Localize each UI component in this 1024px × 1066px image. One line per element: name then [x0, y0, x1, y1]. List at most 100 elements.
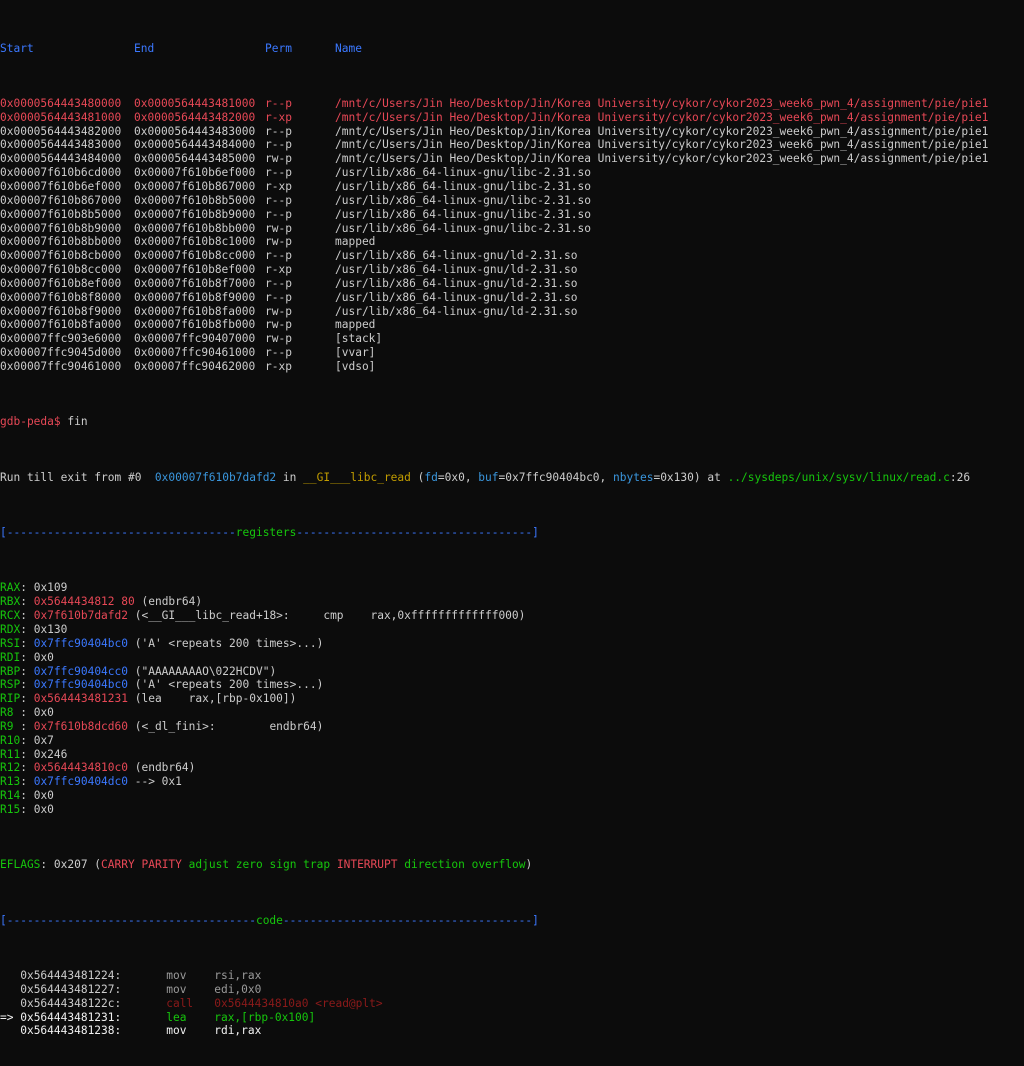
code-line: 0x564443481238: mov rdi,rax — [0, 1024, 1024, 1038]
register-row: RCX: 0x7f610b7dafd2 (<__GI___libc_read+1… — [0, 609, 1024, 623]
flag-parity: PARITY — [141, 858, 182, 872]
code-marker — [0, 997, 20, 1010]
row-perm: r--p — [265, 166, 292, 180]
row-start: 0x00007f610b8cb000 — [0, 249, 122, 263]
register-deref: ('A' <repeats 200 times>...) — [128, 678, 324, 692]
row-perm: rw-p — [265, 332, 292, 346]
row-start: 0x00007f610b8ef000 — [0, 276, 122, 290]
row-end: 0x00007ffc90461000 — [134, 346, 256, 360]
arg-fd: fd — [424, 470, 438, 484]
register-sep: : — [20, 595, 34, 609]
register-value: 0x5644434810c0 — [33, 761, 128, 775]
row-start: 0x00007f610b8b5000 — [0, 207, 122, 221]
vmmap-row: 0x00007f610b8b9000 0x00007f610b8bb000 rw-p… — [0, 222, 1024, 236]
code-operands: rax,[rbp-0x100] — [214, 1010, 316, 1024]
row-end: 0x00007f610b867000 — [134, 179, 256, 193]
code-title: code — [255, 913, 283, 927]
register-deref: (endbr64) — [134, 595, 203, 609]
code-mnemonic: lea — [166, 1010, 187, 1024]
vmmap-row: 0x0000564443481000 0x0000564443482000 r-xp… — [0, 111, 1024, 125]
register-row: R11: 0x246 — [0, 748, 1024, 762]
row-start: 0x00007ffc903e6000 — [0, 332, 122, 346]
code-line: 0x564443481227: mov edi,0x0 — [0, 983, 1024, 997]
run-prefix: Run till exit from #0 — [0, 470, 155, 484]
row-perm: r--p — [265, 96, 292, 110]
run-in: in — [276, 470, 304, 484]
arg-nbytes: nbytes — [613, 470, 654, 484]
row-perm: r--p — [265, 249, 292, 263]
register-deref: (lea rax,[rbp-0x100]) — [128, 692, 297, 706]
code-address: 0x56444348122c: — [20, 996, 122, 1010]
register-deref: --> 0x1 — [128, 775, 182, 789]
row-end: 0x00007f610b8fa000 — [134, 304, 256, 318]
register-row: RSP: 0x7ffc90404bc0 ('A' <repeats 200 ti… — [0, 678, 1024, 692]
code-mnemonic: mov — [166, 982, 187, 996]
flags-cleared: adjust zero sign trap — [188, 858, 331, 872]
code-line: 0x564443481224: mov rsi,rax — [0, 969, 1024, 983]
row-start: 0x00007f610b8f8000 — [0, 290, 122, 304]
vmmap-row: 0x0000564443480000 0x0000564443481000 r--p… — [0, 97, 1024, 111]
flag-sep — [182, 858, 189, 871]
register-row: RAX: 0x109 — [0, 581, 1024, 595]
register-value: 0x7 — [33, 733, 54, 747]
vmmap-row: 0x00007f610b8f9000 0x00007f610b8fa000 rw-p… — [0, 305, 1024, 319]
register-value: 0x564443481231 — [33, 692, 128, 706]
row-end: 0x00007f610b8b9000 — [134, 207, 256, 221]
vmmap-row: 0x00007f610b867000 0x00007f610b8b5000 r--p… — [0, 194, 1024, 208]
flag-sep — [330, 858, 337, 871]
row-perm: r-xp — [265, 359, 292, 373]
code-line: => 0x564443481231: lea rax,[rbp-0x100] — [0, 1011, 1024, 1025]
register-row: RDX: 0x130 — [0, 623, 1024, 637]
header-perm: Perm — [265, 41, 292, 55]
banner-left: [------------------------------------- — [0, 913, 256, 927]
register-value: 0x0 — [33, 802, 54, 816]
row-perm: r-xp — [265, 110, 292, 124]
row-name: /mnt/c/Users/Jin Heo/Desktop/Jin/Korea U… — [335, 124, 989, 138]
row-start: 0x00007ffc9045d000 — [0, 346, 122, 360]
eflags-line: EFLAGS: 0x207 (CARRY PARITY adjust zero … — [0, 858, 1024, 872]
register-name: RIP — [0, 692, 21, 706]
row-name: /usr/lib/x86_64-linux-gnu/ld-2.31.so — [335, 263, 578, 277]
row-end: 0x00007f610b8ef000 — [134, 263, 256, 277]
register-sep: : — [20, 609, 34, 623]
register-name: RBX — [0, 595, 21, 609]
row-end: 0x00007ffc90407000 — [134, 332, 256, 346]
register-name: RSI — [0, 636, 21, 650]
row-start: 0x00007f610b6ef000 — [0, 179, 122, 193]
register-name: R10 — [0, 733, 21, 747]
register-sep: : — [20, 747, 34, 761]
register-sep: : — [20, 802, 34, 816]
register-deref: (<__GI___libc_read+18>: cmp rax,0xffffff… — [128, 609, 526, 623]
register-sep: : — [20, 733, 34, 747]
vmmap-row: 0x00007ffc903e6000 0x00007ffc90407000 rw-p… — [0, 332, 1024, 346]
code-operands: edi,0x0 — [214, 982, 262, 996]
register-sep: : — [20, 678, 34, 692]
run-at: ) at — [693, 470, 728, 484]
code-mnemonic: mov — [166, 969, 187, 983]
vmmap-row: 0x00007f610b8f8000 0x00007f610b8f9000 r--p… — [0, 291, 1024, 305]
terminal-window[interactable]: Start End Perm Name 0x0000564443480000 0x000… — [0, 0, 1024, 1038]
flag-sep — [135, 858, 142, 871]
command-input[interactable]: fin — [61, 415, 87, 428]
row-name: mapped — [335, 318, 376, 332]
register-name: RAX — [0, 581, 21, 595]
row-end: 0x0000564443484000 — [134, 138, 256, 152]
row-end: 0x00007f610b8f9000 — [134, 290, 256, 304]
row-start: 0x00007f610b8cc000 — [0, 263, 122, 277]
code-marker — [0, 969, 20, 982]
register-sep: : — [20, 636, 34, 650]
row-perm: r--p — [265, 346, 292, 360]
register-name: R14 — [0, 789, 21, 803]
row-perm: r-xp — [265, 263, 292, 277]
register-value: 0x5644434812 80 — [33, 595, 135, 609]
code-line: 0x56444348122c: call 0x5644434810a0 <read@… — [0, 997, 1024, 1011]
row-perm: r--p — [265, 276, 292, 290]
row-start: 0x00007f610b8fa000 — [0, 318, 122, 332]
register-row: R14: 0x0 — [0, 789, 1024, 803]
row-start: 0x00007f610b8bb000 — [0, 235, 122, 249]
code-marker — [0, 983, 20, 996]
row-name: [vvar] — [335, 346, 376, 360]
flags-cleared-2: direction overflow — [404, 858, 526, 872]
row-name: /mnt/c/Users/Jin Heo/Desktop/Jin/Korea U… — [335, 96, 989, 110]
vmmap-row: 0x00007f610b8fa000 0x00007f610b8fb000 rw-p… — [0, 318, 1024, 332]
